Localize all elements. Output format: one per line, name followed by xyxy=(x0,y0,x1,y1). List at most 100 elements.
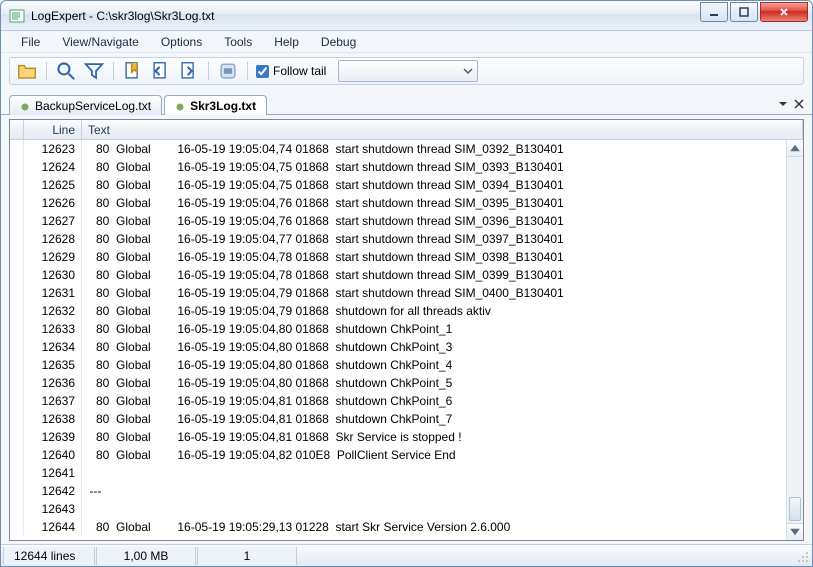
table-row[interactable]: 12632 80 Global 16-05-19 19:05:04,79 018… xyxy=(10,302,786,320)
table-row[interactable]: 12643 xyxy=(10,500,786,518)
scroll-thumb[interactable] xyxy=(789,497,801,521)
menu-options[interactable]: Options xyxy=(151,33,212,51)
menu-view[interactable]: View/Navigate xyxy=(52,33,149,51)
minimize-button[interactable] xyxy=(700,2,728,22)
cell-text: 80 Global 16-05-19 19:05:04,80 01868 shu… xyxy=(82,356,786,374)
close-button[interactable] xyxy=(760,2,808,22)
follow-tail-checkbox[interactable] xyxy=(256,65,269,78)
table-row[interactable]: 12627 80 Global 16-05-19 19:05:04,76 018… xyxy=(10,212,786,230)
titlebar[interactable]: LogExpert - C:\skr3log\Skr3Log.txt xyxy=(1,1,812,31)
window-title: LogExpert - C:\skr3log\Skr3Log.txt xyxy=(31,9,698,23)
tab-menu-chevron-icon[interactable] xyxy=(778,98,788,112)
app-icon xyxy=(9,8,25,24)
log-grid: Line Text 12623 80 Global 16-05-19 19:05… xyxy=(9,119,804,541)
table-row[interactable]: 12629 80 Global 16-05-19 19:05:04,78 018… xyxy=(10,248,786,266)
table-row[interactable]: 12642 --- xyxy=(10,482,786,500)
vertical-scrollbar[interactable] xyxy=(786,140,803,540)
toolbar-separator xyxy=(247,62,248,80)
cell-text: 80 Global 16-05-19 19:05:04,82 010E8 Pol… xyxy=(82,446,786,464)
resize-grip-icon[interactable] xyxy=(794,548,810,564)
highlight-group-combo[interactable] xyxy=(338,60,478,82)
cell-text: 80 Global 16-05-19 19:05:04,77 01868 sta… xyxy=(82,230,786,248)
toolbar-separator xyxy=(113,62,114,80)
status-size: 1,00 MB xyxy=(96,547,196,565)
table-row[interactable]: 12644 80 Global 16-05-19 19:05:29,13 012… xyxy=(10,518,786,536)
menu-tools[interactable]: Tools xyxy=(214,33,262,51)
cell-line: 12627 xyxy=(24,212,82,230)
scroll-track[interactable] xyxy=(787,157,803,523)
cell-line: 12634 xyxy=(24,338,82,356)
cell-text: 80 Global 16-05-19 19:05:04,75 01868 sta… xyxy=(82,158,786,176)
table-row[interactable]: 12624 80 Global 16-05-19 19:05:04,75 018… xyxy=(10,158,786,176)
scroll-down-icon[interactable] xyxy=(787,523,803,540)
tab-close-icon[interactable] xyxy=(794,98,804,112)
tab-label: Skr3Log.txt xyxy=(190,99,256,113)
bookmark-prev-icon[interactable] xyxy=(150,60,172,82)
table-row[interactable]: 12631 80 Global 16-05-19 19:05:04,79 018… xyxy=(10,284,786,302)
highlight-icon[interactable] xyxy=(217,60,239,82)
grid-header: Line Text xyxy=(10,120,803,140)
tab-backup-log[interactable]: BackupServiceLog.txt xyxy=(9,95,162,115)
toolbar: Follow tail xyxy=(1,53,812,93)
maximize-button[interactable] xyxy=(730,2,758,22)
cell-line: 12635 xyxy=(24,356,82,374)
toolbar-separator xyxy=(46,62,47,80)
cell-line: 12625 xyxy=(24,176,82,194)
table-row[interactable]: 12640 80 Global 16-05-19 19:05:04,82 010… xyxy=(10,446,786,464)
scroll-up-icon[interactable] xyxy=(787,140,803,157)
cell-line: 12644 xyxy=(24,518,82,536)
table-row[interactable]: 12639 80 Global 16-05-19 19:05:04,81 018… xyxy=(10,428,786,446)
cell-text: 80 Global 16-05-19 19:05:04,78 01868 sta… xyxy=(82,266,786,284)
table-row[interactable]: 12638 80 Global 16-05-19 19:05:04,81 018… xyxy=(10,410,786,428)
menubar: File View/Navigate Options Tools Help De… xyxy=(1,31,812,53)
search-icon[interactable] xyxy=(55,60,77,82)
follow-tail-label: Follow tail xyxy=(273,64,326,78)
column-header-line[interactable]: Line xyxy=(24,120,82,139)
table-row[interactable]: 12635 80 Global 16-05-19 19:05:04,80 018… xyxy=(10,356,786,374)
cell-text: 80 Global 16-05-19 19:05:04,75 01868 sta… xyxy=(82,176,786,194)
table-row[interactable]: 12634 80 Global 16-05-19 19:05:04,80 018… xyxy=(10,338,786,356)
cell-line: 12626 xyxy=(24,194,82,212)
cell-line: 12640 xyxy=(24,446,82,464)
column-header-text[interactable]: Text xyxy=(82,120,803,139)
follow-tail-toggle[interactable]: Follow tail xyxy=(256,64,326,78)
menu-file[interactable]: File xyxy=(11,33,50,51)
bookmark-toggle-icon[interactable] xyxy=(122,60,144,82)
table-row[interactable]: 12636 80 Global 16-05-19 19:05:04,80 018… xyxy=(10,374,786,392)
table-row[interactable]: 12626 80 Global 16-05-19 19:05:04,76 018… xyxy=(10,194,786,212)
filter-icon[interactable] xyxy=(83,60,105,82)
table-row[interactable]: 12641 xyxy=(10,464,786,482)
bookmark-next-icon[interactable] xyxy=(178,60,200,82)
cell-line: 12641 xyxy=(24,464,82,482)
cell-line: 12631 xyxy=(24,284,82,302)
table-row[interactable]: 12625 80 Global 16-05-19 19:05:04,75 018… xyxy=(10,176,786,194)
cell-text xyxy=(82,464,786,482)
menu-debug[interactable]: Debug xyxy=(311,33,366,51)
cell-line: 12624 xyxy=(24,158,82,176)
cell-text: 80 Global 16-05-19 19:05:04,80 01868 shu… xyxy=(82,320,786,338)
cell-line: 12636 xyxy=(24,374,82,392)
cell-line: 12637 xyxy=(24,392,82,410)
tab-skr3log[interactable]: Skr3Log.txt xyxy=(164,95,267,115)
table-row[interactable]: 12630 80 Global 16-05-19 19:05:04,78 018… xyxy=(10,266,786,284)
chevron-down-icon xyxy=(463,66,473,76)
status-pos: 1 xyxy=(197,547,297,565)
table-row[interactable]: 12628 80 Global 16-05-19 19:05:04,77 018… xyxy=(10,230,786,248)
cell-text: 80 Global 16-05-19 19:05:04,81 01868 Skr… xyxy=(82,428,786,446)
menu-help[interactable]: Help xyxy=(264,33,309,51)
cell-text: 80 Global 16-05-19 19:05:04,76 01868 sta… xyxy=(82,212,786,230)
table-row[interactable]: 12633 80 Global 16-05-19 19:05:04,80 018… xyxy=(10,320,786,338)
cell-text xyxy=(82,500,786,518)
table-row[interactable]: 12637 80 Global 16-05-19 19:05:04,81 018… xyxy=(10,392,786,410)
cell-text: 80 Global 16-05-19 19:05:04,79 01868 shu… xyxy=(82,302,786,320)
cell-line: 12630 xyxy=(24,266,82,284)
bullet-icon xyxy=(175,101,185,111)
bullet-icon xyxy=(20,101,30,111)
open-file-icon[interactable] xyxy=(16,60,38,82)
grid-body[interactable]: 12623 80 Global 16-05-19 19:05:04,74 018… xyxy=(10,140,786,540)
cell-line: 12629 xyxy=(24,248,82,266)
table-row[interactable]: 12623 80 Global 16-05-19 19:05:04,74 018… xyxy=(10,140,786,158)
cell-text: --- xyxy=(82,482,786,500)
app-window: LogExpert - C:\skr3log\Skr3Log.txt File … xyxy=(0,0,813,567)
status-lines: 12644 lines xyxy=(3,547,95,565)
